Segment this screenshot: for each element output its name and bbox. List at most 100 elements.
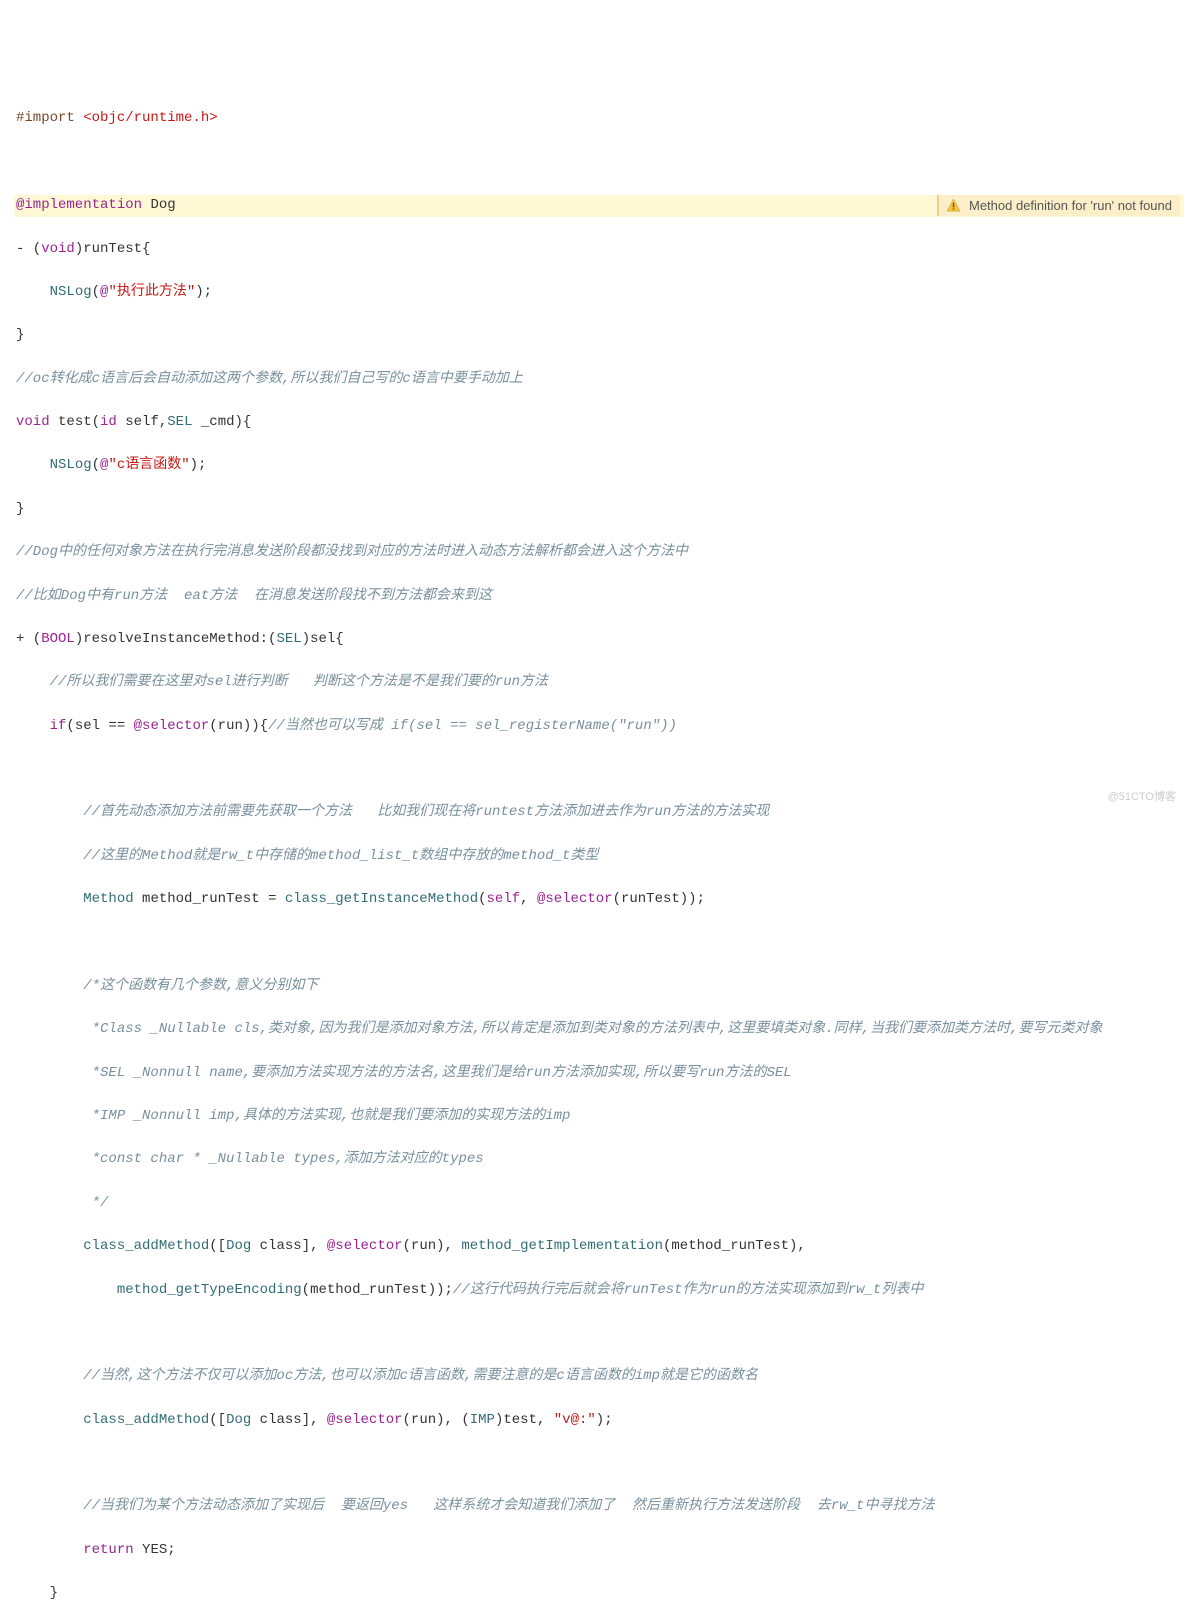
function-call: method_getTypeEncoding — [117, 1282, 302, 1298]
code-line[interactable]: if(sel == @selector(run)){//当然也可以写成 if(s… — [14, 716, 1184, 738]
selector-keyword: @selector — [537, 891, 613, 907]
sel-type: SEL — [276, 631, 301, 647]
code-editor[interactable]: #import <objc/runtime.h> @implementation… — [0, 87, 1184, 1620]
selector-keyword: @selector — [134, 718, 210, 734]
code-line-warning[interactable]: @implementation DogMethod definition for… — [14, 195, 1184, 217]
code-line[interactable]: + (BOOL)resolveInstanceMethod:(SEL)sel{ — [14, 629, 1184, 651]
if-keyword: if — [50, 718, 67, 734]
code-line[interactable]: *Class _Nullable cls,类对象,因为我们是添加对象方法,所以肯… — [14, 1019, 1184, 1041]
paren-open: ( — [92, 284, 100, 300]
code-line[interactable]: - (void)runTest{ — [14, 239, 1184, 261]
code-line[interactable]: *const char * _Nullable types,添加方法对应的typ… — [14, 1149, 1184, 1171]
code-line[interactable]: *SEL _Nonnull name,要添加方法实现方法的方法名,这里我们是给r… — [14, 1063, 1184, 1085]
string-literal: "c语言函数" — [108, 457, 189, 473]
code-line[interactable]: //oc转化成c语言后会自动添加这两个参数,所以我们自己写的c语言中要手动加上 — [14, 369, 1184, 391]
code-line[interactable]: //Dog中的任何对象方法在执行完消息发送阶段都没找到对应的方法时进入动态方法解… — [14, 542, 1184, 564]
code-line[interactable]: class_addMethod([Dog class], @selector(r… — [14, 1236, 1184, 1258]
warning-banner[interactable]: Method definition for 'run' not found — [937, 195, 1180, 216]
code-line[interactable]: /*这个函数有几个参数,意义分别如下 — [14, 976, 1184, 998]
comment: /*这个函数有几个参数,意义分别如下 — [83, 978, 318, 994]
code-line[interactable]: NSLog(@"执行此方法"); — [14, 282, 1184, 304]
paren: ([ — [209, 1238, 226, 1254]
indent — [16, 978, 83, 994]
close-brace: } — [50, 1585, 58, 1601]
void-keyword: void — [41, 241, 75, 257]
code-line[interactable]: } — [14, 499, 1184, 521]
bool-keyword: BOOL — [41, 631, 75, 647]
selector-arg: (runTest)); — [613, 891, 705, 907]
function-call: class_addMethod — [83, 1238, 209, 1254]
indent — [16, 1151, 92, 1167]
selector-arg: (run)){ — [209, 718, 268, 734]
indent — [16, 284, 50, 300]
preprocessor-keyword: #import — [16, 110, 75, 126]
condition: (sel == — [66, 718, 133, 734]
comma: , — [520, 891, 537, 907]
arg: (method_runTest), — [663, 1238, 806, 1254]
code-line[interactable]: */ — [14, 1193, 1184, 1215]
comment: */ — [92, 1195, 109, 1211]
code-line[interactable]: //这里的Method就是rw_t中存储的method_list_t数组中存放的… — [14, 846, 1184, 868]
string-literal: "执行此方法" — [108, 284, 195, 300]
paren-close: ); — [596, 1412, 613, 1428]
comment: *IMP _Nonnull imp,具体的方法实现,也就是我们要添加的实现方法的… — [92, 1108, 571, 1124]
indent — [16, 1585, 50, 1601]
return-keyword: return — [83, 1542, 133, 1558]
method-prefix: + ( — [16, 631, 41, 647]
code-line[interactable]: //所以我们需要在这里对sel进行判断 判断这个方法是不是我们要的run方法 — [14, 672, 1184, 694]
warning-icon — [945, 198, 961, 214]
code-line-empty[interactable] — [14, 933, 1184, 955]
selector-arg: (run), — [403, 1238, 462, 1254]
comment: //首先动态添加方法前需要先获取一个方法 比如我们现在将runtest方法添加进… — [83, 804, 769, 820]
comment: *Class _Nullable cls,类对象,因为我们是添加对象方法,所以肯… — [92, 1021, 1103, 1037]
indent — [16, 1368, 83, 1384]
code-line[interactable]: } — [14, 1583, 1184, 1605]
code-line[interactable]: method_getTypeEncoding(method_runTest));… — [14, 1280, 1184, 1302]
string-literal: "v@:" — [554, 1412, 596, 1428]
indent — [16, 457, 50, 473]
comment: *const char * _Nullable types,添加方法对应的typ… — [92, 1151, 484, 1167]
self-keyword: self — [487, 891, 521, 907]
indent — [16, 848, 83, 864]
indent — [16, 718, 50, 734]
code-line-empty[interactable] — [14, 1323, 1184, 1345]
code-line[interactable]: return YES; — [14, 1540, 1184, 1562]
class-ref: Dog — [226, 1412, 251, 1428]
code-line[interactable]: *IMP _Nonnull imp,具体的方法实现,也就是我们要添加的实现方法的… — [14, 1106, 1184, 1128]
func-name: test( — [50, 414, 100, 430]
code-line[interactable]: Method method_runTest = class_getInstanc… — [14, 889, 1184, 911]
function-call: method_getImplementation — [461, 1238, 663, 1254]
yes-literal: YES; — [134, 1542, 176, 1558]
code-line[interactable]: //比如Dog中有run方法 eat方法 在消息发送阶段找不到方法都会来到这 — [14, 586, 1184, 608]
indent — [16, 1238, 83, 1254]
arg: )test, — [495, 1412, 554, 1428]
id-keyword: id — [100, 414, 117, 430]
selector-keyword: @selector — [327, 1238, 403, 1254]
param: )sel{ — [302, 631, 344, 647]
code-line-empty[interactable] — [14, 1453, 1184, 1475]
code-line[interactable]: NSLog(@"c语言函数"); — [14, 455, 1184, 477]
code-line[interactable]: } — [14, 325, 1184, 347]
indent — [16, 1021, 92, 1037]
paren-open: ( — [92, 457, 100, 473]
method-type: Method — [83, 891, 133, 907]
comment: //这行代码执行完后就会将runTest作为run的方法实现添加到rw_t列表中 — [453, 1282, 923, 1298]
comment: //当然也可以写成 if(sel == sel_registerName("ru… — [268, 718, 677, 734]
void-keyword: void — [16, 414, 50, 430]
code-line[interactable]: //当我们为某个方法动态添加了实现后 要返回yes 这样系统才会知道我们添加了 … — [14, 1496, 1184, 1518]
code-line[interactable]: void test(id self,SEL _cmd){ — [14, 412, 1184, 434]
code-line[interactable]: #import <objc/runtime.h> — [14, 108, 1184, 130]
code-line[interactable]: //当然,这个方法不仅可以添加oc方法,也可以添加c语言函数,需要注意的是c语言… — [14, 1366, 1184, 1388]
watermark: @51CTO博客 — [1108, 789, 1176, 806]
code-line[interactable]: class_addMethod([Dog class], @selector(r… — [14, 1410, 1184, 1432]
code-line-empty[interactable] — [14, 759, 1184, 781]
code-line[interactable]: //首先动态添加方法前需要先获取一个方法 比如我们现在将runtest方法添加进… — [14, 802, 1184, 824]
warning-text: Method definition for 'run' not found — [969, 196, 1172, 216]
indent — [16, 891, 83, 907]
code-line-empty[interactable] — [14, 152, 1184, 174]
comment: *SEL _Nonnull name,要添加方法实现方法的方法名,这里我们是给r… — [92, 1065, 792, 1081]
comment: //这里的Method就是rw_t中存储的method_list_t数组中存放的… — [83, 848, 598, 864]
close-brace: } — [16, 501, 24, 517]
paren-close: ); — [195, 284, 212, 300]
comment: //比如Dog中有run方法 eat方法 在消息发送阶段找不到方法都会来到这 — [16, 588, 492, 604]
